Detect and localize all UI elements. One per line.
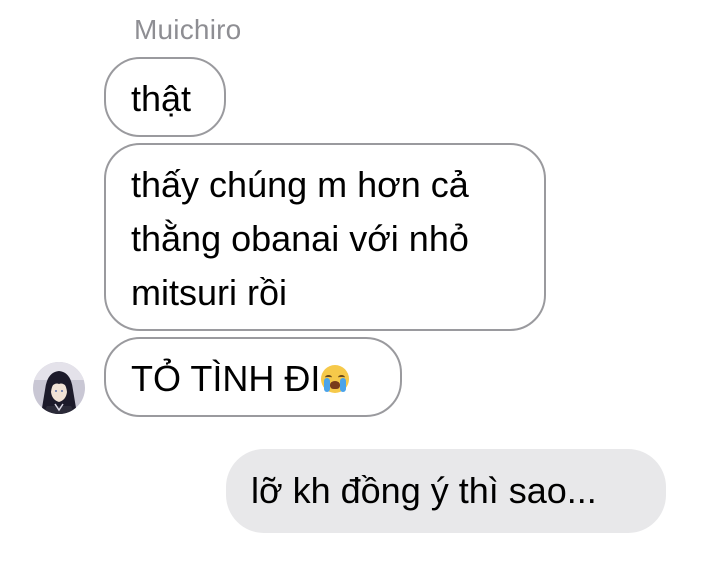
message-text-line: thấy chúng m hơn cả <box>131 164 469 205</box>
message-text-line: thằng obanai với nhỏ <box>131 218 469 259</box>
message-text-line: mitsuri rồi <box>131 272 288 313</box>
message-text: TỎ TÌNH ĐI <box>131 358 321 399</box>
sender-avatar[interactable] <box>33 362 85 414</box>
incoming-message-bubble[interactable]: thật <box>104 57 226 137</box>
message-text: thật <box>131 78 192 119</box>
sender-name: Muichiro <box>134 14 242 45</box>
outgoing-message-bubble[interactable]: lỡ kh đồng ý thì sao... <box>226 449 666 533</box>
incoming-message-bubble[interactable]: thấy chúng m hơn cả thằng obanai với nhỏ… <box>104 143 546 331</box>
incoming-message-bubble[interactable]: TỎ TÌNH ĐI <box>104 337 402 417</box>
avatar-image <box>33 362 85 414</box>
message-text: lỡ kh đồng ý thì sao... <box>251 470 597 511</box>
loudly-crying-face-icon <box>321 365 350 393</box>
